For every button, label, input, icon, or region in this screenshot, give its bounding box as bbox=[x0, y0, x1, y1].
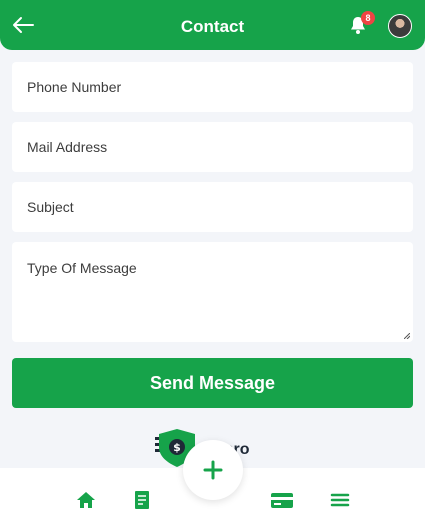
phone-number-placeholder: Phone Number bbox=[27, 79, 122, 95]
subject-placeholder: Subject bbox=[27, 199, 74, 215]
home-icon[interactable] bbox=[75, 490, 97, 510]
message-placeholder: Type Of Message bbox=[27, 260, 137, 276]
plus-icon bbox=[203, 460, 223, 480]
menu-icon[interactable] bbox=[329, 490, 351, 510]
app-header: Contact 8 bbox=[0, 0, 425, 50]
send-message-button[interactable]: Send Message bbox=[12, 358, 413, 408]
svg-text:$: $ bbox=[173, 441, 181, 454]
document-icon[interactable] bbox=[131, 490, 153, 510]
phone-number-input[interactable]: Phone Number bbox=[12, 62, 413, 112]
mail-address-placeholder: Mail Address bbox=[27, 139, 108, 155]
credit-card-icon[interactable] bbox=[270, 490, 294, 510]
resize-handle-icon[interactable] bbox=[404, 333, 410, 339]
notification-badge: 8 bbox=[361, 11, 375, 25]
subject-input[interactable]: Subject bbox=[12, 182, 413, 232]
message-textarea[interactable]: Type Of Message bbox=[12, 242, 413, 342]
mail-address-input[interactable]: Mail Address bbox=[12, 122, 413, 172]
add-button[interactable] bbox=[183, 440, 243, 500]
avatar[interactable] bbox=[388, 14, 412, 38]
